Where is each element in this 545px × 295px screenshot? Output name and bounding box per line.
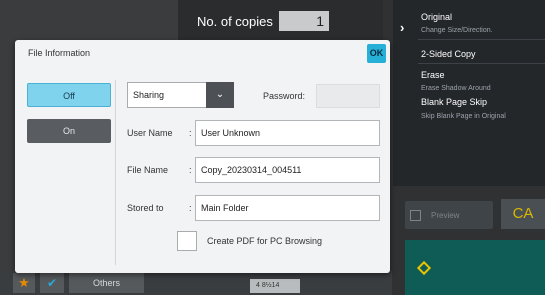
password-field[interactable] xyxy=(316,84,380,108)
dialog-title: File Information xyxy=(28,48,91,58)
check-icon[interactable]: ✔ xyxy=(40,273,64,293)
divider xyxy=(115,80,116,265)
colon: : xyxy=(189,165,192,175)
paper-tray-indicator: 4 8½14 xyxy=(250,279,300,293)
others-button[interactable]: Others xyxy=(69,273,144,293)
blank-skip-item[interactable]: Blank Page Skip xyxy=(421,97,487,107)
preview-icon xyxy=(410,209,421,221)
stored-to-field[interactable]: Main Folder xyxy=(195,195,380,221)
copies-label: No. of copies xyxy=(197,14,273,29)
colon: : xyxy=(189,128,192,138)
divider xyxy=(418,63,545,64)
file-information-dialog: File Information OK Off On Sharing ⌄ Pas… xyxy=(15,40,390,273)
ok-button[interactable]: OK xyxy=(367,44,386,63)
erase-item[interactable]: Erase xyxy=(421,70,445,80)
stored-to-label: Stored to xyxy=(127,203,164,213)
erase-sub: Erase Shadow Around xyxy=(421,85,491,92)
two-sided-item[interactable]: 2-Sided Copy xyxy=(421,49,476,59)
colon: : xyxy=(189,203,192,213)
preview-label: Preview xyxy=(431,210,460,220)
blank-skip-sub: Skip Blank Page in Original xyxy=(421,113,506,120)
chevron-right-icon[interactable]: › xyxy=(400,20,404,35)
pdf-checkbox-label: Create PDF for PC Browsing xyxy=(207,236,323,246)
original-item[interactable]: Original xyxy=(421,12,452,22)
copies-input[interactable]: 1 xyxy=(279,11,329,31)
pdf-checkbox[interactable] xyxy=(177,231,197,251)
chevron-down-icon[interactable]: ⌄ xyxy=(206,82,234,108)
original-sub: Change Size/Direction. xyxy=(421,27,493,34)
off-toggle[interactable]: Off xyxy=(27,83,111,107)
on-toggle[interactable]: On xyxy=(27,119,111,143)
user-name-field[interactable]: User Unknown xyxy=(195,120,380,146)
preview-button[interactable]: Preview xyxy=(405,201,493,229)
file-name-field[interactable]: Copy_20230314_004511 xyxy=(195,157,380,183)
star-icon[interactable]: ★ xyxy=(13,273,35,293)
password-label: Password: xyxy=(263,91,306,101)
divider xyxy=(418,39,545,40)
ca-button[interactable]: CA xyxy=(501,199,545,229)
user-name-label: User Name xyxy=(127,128,173,138)
file-name-label: File Name xyxy=(127,165,169,175)
